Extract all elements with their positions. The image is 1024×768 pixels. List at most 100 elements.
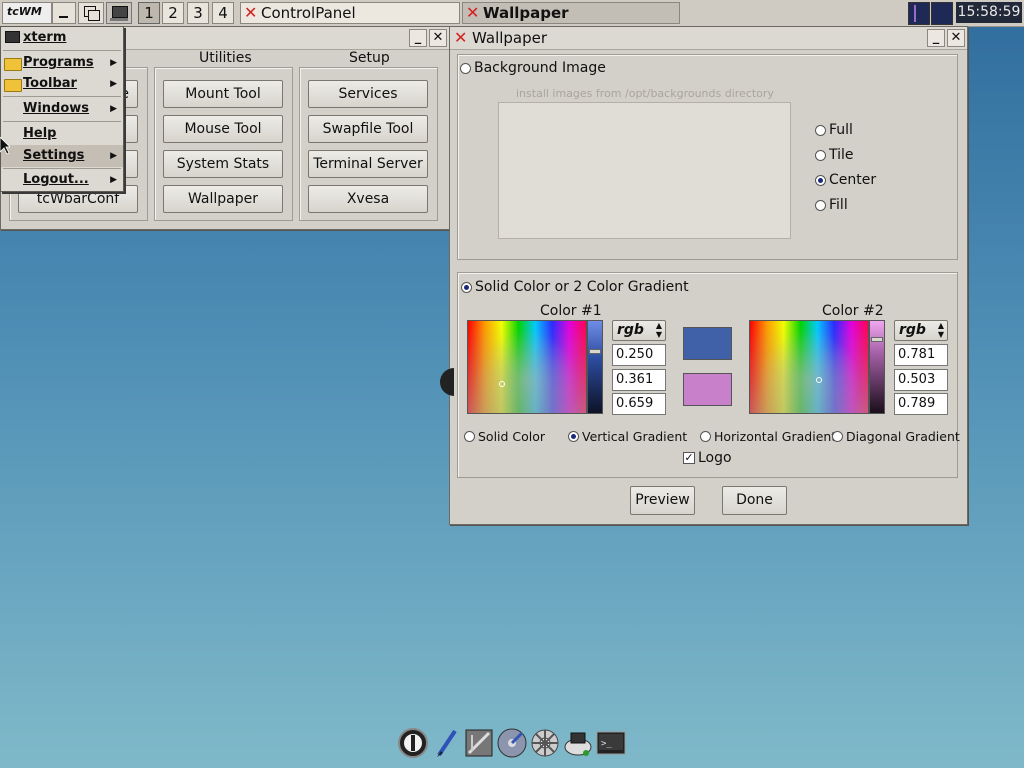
- color2-heading: Color #2: [822, 303, 884, 319]
- pager-desk-a[interactable]: [908, 2, 930, 25]
- services-button[interactable]: Services: [308, 80, 428, 108]
- xvesa-button[interactable]: Xvesa: [308, 185, 428, 213]
- color2-mode-select[interactable]: rgb ▲ ▼: [894, 320, 948, 341]
- vertical-gradient-radio[interactable]: Vertical Gradient: [568, 429, 687, 444]
- color2-b-input[interactable]: 0.789: [894, 393, 948, 415]
- close-button[interactable]: ✕: [947, 29, 965, 47]
- horizontal-gradient-radio[interactable]: Horizontal Gradient: [700, 429, 836, 444]
- wm-logo: tcWM: [7, 5, 42, 18]
- color1-r-input[interactable]: 0.250: [612, 344, 666, 366]
- menu-item-logout[interactable]: Logout... ▶: [1, 169, 123, 191]
- color1-swatch: [683, 327, 732, 360]
- pager-desk-b[interactable]: [931, 2, 953, 25]
- x-logo-icon: ✕: [466, 3, 480, 22]
- window-title: Wallpaper: [472, 29, 548, 47]
- color2-value-slider[interactable]: [869, 320, 885, 414]
- wallpaper-titlebar[interactable]: ✕ Wallpaper _ ✕: [450, 27, 967, 50]
- desktop-2[interactable]: 2: [162, 2, 184, 24]
- system-stats-button[interactable]: System Stats: [163, 150, 283, 178]
- submenu-arrow-icon: ▶: [110, 58, 117, 68]
- task-label: Wallpaper: [483, 4, 569, 22]
- mode-full-radio[interactable]: Full: [815, 122, 853, 138]
- menu-separator: [3, 50, 121, 51]
- color2-g-input[interactable]: 0.503: [894, 369, 948, 391]
- settings-icon[interactable]: [529, 727, 561, 759]
- color1-heading: Color #1: [540, 303, 602, 319]
- desktop-4[interactable]: 4: [212, 2, 234, 24]
- x-logo-icon: ✕: [454, 28, 468, 47]
- swapfile-tool-button[interactable]: Swapfile Tool: [308, 115, 428, 143]
- color1-g-input[interactable]: 0.361: [612, 369, 666, 391]
- color2-picker[interactable]: [749, 320, 869, 414]
- terminal-server-button[interactable]: Terminal Server: [308, 150, 428, 178]
- color2-swatch: [683, 373, 732, 406]
- paintbrush-icon[interactable]: [431, 727, 463, 759]
- window-list-button[interactable]: [78, 2, 104, 24]
- menu-item-settings[interactable]: Settings ▶: [1, 145, 123, 167]
- color2-r-input[interactable]: 0.781: [894, 344, 948, 366]
- solid-color-gradient-radio[interactable]: Solid Color or 2 Color Gradient: [461, 279, 689, 295]
- desktop-1[interactable]: 1: [138, 2, 160, 24]
- column-heading-utilities: Utilities: [199, 50, 252, 66]
- terminal-icon: [5, 31, 20, 43]
- task-label: ControlPanel: [261, 4, 356, 22]
- minimize-button[interactable]: _: [927, 29, 945, 47]
- color1-value-slider[interactable]: [587, 320, 603, 414]
- close-button[interactable]: ✕: [429, 29, 447, 47]
- diagonal-gradient-radio[interactable]: Diagonal Gradient: [832, 429, 960, 444]
- folder-icon: [4, 79, 22, 92]
- power-icon[interactable]: [397, 727, 429, 759]
- folder-icon: [4, 58, 22, 71]
- control-panel-icon[interactable]: [463, 727, 495, 759]
- column-setup: Services Swapfile Tool Terminal Server X…: [299, 67, 438, 221]
- menu-item-xterm[interactable]: xterm: [1, 27, 123, 49]
- solid-color-radio[interactable]: Solid Color: [464, 429, 545, 444]
- menu-separator: [3, 96, 121, 97]
- solid-color-panel: Solid Color or 2 Color Gradient Color #1…: [457, 272, 960, 478]
- mode-tile-radio[interactable]: Tile: [815, 147, 854, 163]
- spinner-icon: ▲ ▼: [655, 321, 662, 339]
- done-button[interactable]: Done: [722, 486, 787, 515]
- submenu-arrow-icon: ▶: [110, 175, 117, 185]
- mouse-tool-button[interactable]: Mouse Tool: [163, 115, 283, 143]
- menu-item-programs[interactable]: Programs ▶: [1, 52, 123, 74]
- menu-separator: [3, 121, 121, 122]
- spinner-icon: ▲ ▼: [937, 321, 944, 339]
- radio-off-icon: [460, 62, 471, 74]
- preview-button[interactable]: Preview: [630, 486, 695, 515]
- wallpaper-button[interactable]: Wallpaper: [163, 185, 283, 213]
- svg-text:>_: >_: [601, 739, 612, 749]
- menu-item-help[interactable]: Help: [1, 123, 123, 145]
- task-controlpanel[interactable]: ✕ ControlPanel: [240, 2, 460, 24]
- checkbox-checked-icon: ✓: [683, 451, 695, 464]
- minimize-button[interactable]: _: [409, 29, 427, 47]
- desktop-icon-fragment: [440, 368, 454, 396]
- submenu-arrow-icon: ▶: [110, 79, 117, 89]
- slider-thumb: [589, 349, 601, 354]
- mount-tool-button[interactable]: Mount Tool: [163, 80, 283, 108]
- show-desktop-button[interactable]: [106, 2, 132, 24]
- desktop-3[interactable]: 3: [187, 2, 209, 24]
- mode-center-radio[interactable]: Center: [815, 172, 876, 188]
- menu-item-windows[interactable]: Windows ▶: [1, 98, 123, 120]
- color1-picker[interactable]: [467, 320, 587, 414]
- color1-b-input[interactable]: 0.659: [612, 393, 666, 415]
- apps-icon[interactable]: [562, 727, 594, 759]
- mount-icon[interactable]: [496, 727, 528, 759]
- image-preview-area[interactable]: [498, 102, 791, 239]
- menu-item-toolbar[interactable]: Toolbar ▶: [1, 73, 123, 95]
- background-image-radio[interactable]: Background Image: [460, 60, 606, 76]
- submenu-arrow-icon: ▶: [110, 104, 117, 114]
- color1-mode-select[interactable]: rgb ▲ ▼: [612, 320, 666, 341]
- task-wallpaper[interactable]: ✕ Wallpaper: [462, 2, 680, 24]
- install-hint: install images from /opt/backgrounds dir…: [516, 87, 774, 100]
- wm-logo-button[interactable]: tcWM: [2, 2, 52, 24]
- computer-icon: [112, 6, 128, 18]
- minimize-all-button[interactable]: [52, 2, 76, 24]
- mode-fill-radio[interactable]: Fill: [815, 197, 848, 213]
- column-heading-setup: Setup: [349, 50, 390, 66]
- color2-marker: [816, 377, 822, 383]
- clock: 15:58:59: [956, 2, 1022, 23]
- logo-checkbox[interactable]: ✓ Logo: [683, 450, 732, 466]
- terminal-icon[interactable]: >_: [595, 727, 627, 759]
